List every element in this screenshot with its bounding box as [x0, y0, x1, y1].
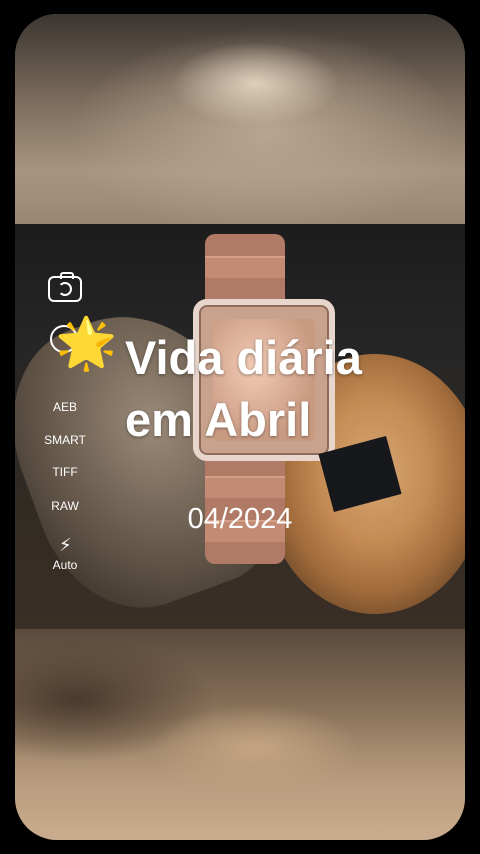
camera-switch-icon[interactable]: [48, 272, 82, 302]
tiff-button[interactable]: TIFF: [30, 465, 100, 479]
story-title: Vida diária em Abril: [125, 327, 362, 451]
camera-side-toolbar: AEB SMART TIFF RAW ⚡︎ Auto: [0, 265, 130, 585]
flash-icon[interactable]: ⚡︎: [59, 535, 72, 556]
flash-mode-label[interactable]: Auto: [30, 558, 100, 572]
smart-button[interactable]: SMART: [30, 433, 100, 447]
story-date: 04/2024: [0, 503, 480, 536]
blurred-background-top: [15, 14, 465, 224]
title-line-1: Vida diária: [125, 331, 362, 384]
aeb-button[interactable]: AEB: [30, 400, 100, 414]
blurred-background-bottom: [15, 629, 465, 840]
date-text: 04/2024: [187, 503, 293, 535]
title-line-2: em Abril: [125, 393, 312, 446]
star-emoji: 🌟: [55, 315, 118, 371]
